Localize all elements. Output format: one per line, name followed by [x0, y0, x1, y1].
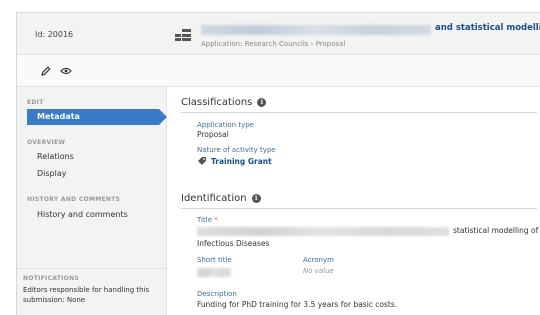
application-type-value: Proposal: [197, 130, 229, 139]
notifications-label: NOTIFICATIONS: [23, 275, 80, 282]
description-value: Funding for PhD training for 3.5 years f…: [197, 300, 398, 309]
activity-type-value[interactable]: Training Grant: [197, 156, 272, 166]
eye-icon: [60, 67, 72, 75]
acronym-value: No value: [303, 267, 334, 275]
description-label: Description: [197, 290, 237, 298]
tag-icon: [198, 157, 206, 165]
breadcrumb: Application: Research Councils › Proposa…: [201, 40, 346, 48]
classifications-title: Classifications: [181, 97, 253, 108]
identification-heading: Identification i: [181, 193, 261, 204]
section-divider: [181, 112, 537, 113]
application-type-label: Application type: [197, 121, 254, 129]
view-mode-button[interactable]: [59, 64, 73, 78]
required-marker: *: [214, 216, 218, 224]
activity-type-label: Nature of activity type: [197, 146, 276, 154]
pencil-icon: [41, 66, 51, 76]
submission-id: Id: 20016: [35, 30, 74, 39]
submission-title[interactable]: and statistical modelling: [435, 23, 540, 33]
title-field-label: Title *: [197, 216, 218, 224]
short-title-redacted: [197, 268, 231, 277]
sidebar-section-history: HISTORY AND COMMENTS: [27, 196, 121, 203]
document-stack-icon: [175, 29, 191, 41]
identification-title: Identification: [181, 193, 247, 204]
info-icon[interactable]: i: [251, 194, 261, 203]
title-label-text: Title: [197, 216, 213, 224]
notifications-panel: NOTIFICATIONS Editors responsible for ha…: [17, 268, 167, 315]
sidebar-item-display[interactable]: Display: [27, 166, 155, 182]
submission-title-redacted: [201, 25, 431, 35]
classifications-heading: Classifications i: [181, 97, 267, 108]
metadata-content: Classifications i Application type Propo…: [167, 87, 540, 315]
section-divider: [181, 208, 537, 209]
title-value-end: statistical modelling of: [453, 226, 539, 235]
sidebar: EDIT Metadata OVERVIEW Relations Display…: [17, 87, 167, 315]
acronym-label: Acronym: [303, 256, 334, 264]
title-value-line2: Infectious Diseases: [197, 239, 270, 248]
sidebar-section-overview: OVERVIEW: [27, 139, 66, 146]
sidebar-section-edit: EDIT: [27, 99, 44, 106]
sidebar-item-metadata[interactable]: Metadata: [27, 109, 167, 125]
sidebar-item-history[interactable]: History and comments: [27, 207, 155, 223]
mode-toolbar: [17, 55, 540, 87]
short-title-label: Short title: [197, 256, 232, 264]
sidebar-item-relations[interactable]: Relations: [27, 149, 155, 165]
title-value-redacted: [197, 227, 449, 236]
notifications-text: Editors responsible for handling this su…: [23, 286, 150, 304]
activity-type-text: Training Grant: [211, 156, 272, 166]
info-icon[interactable]: i: [257, 98, 267, 107]
submission-header: Id: 20016 and statistical modelling Appl…: [17, 13, 540, 55]
submission-window: Id: 20016 and statistical modelling Appl…: [16, 12, 540, 315]
edit-mode-button[interactable]: [39, 64, 53, 78]
